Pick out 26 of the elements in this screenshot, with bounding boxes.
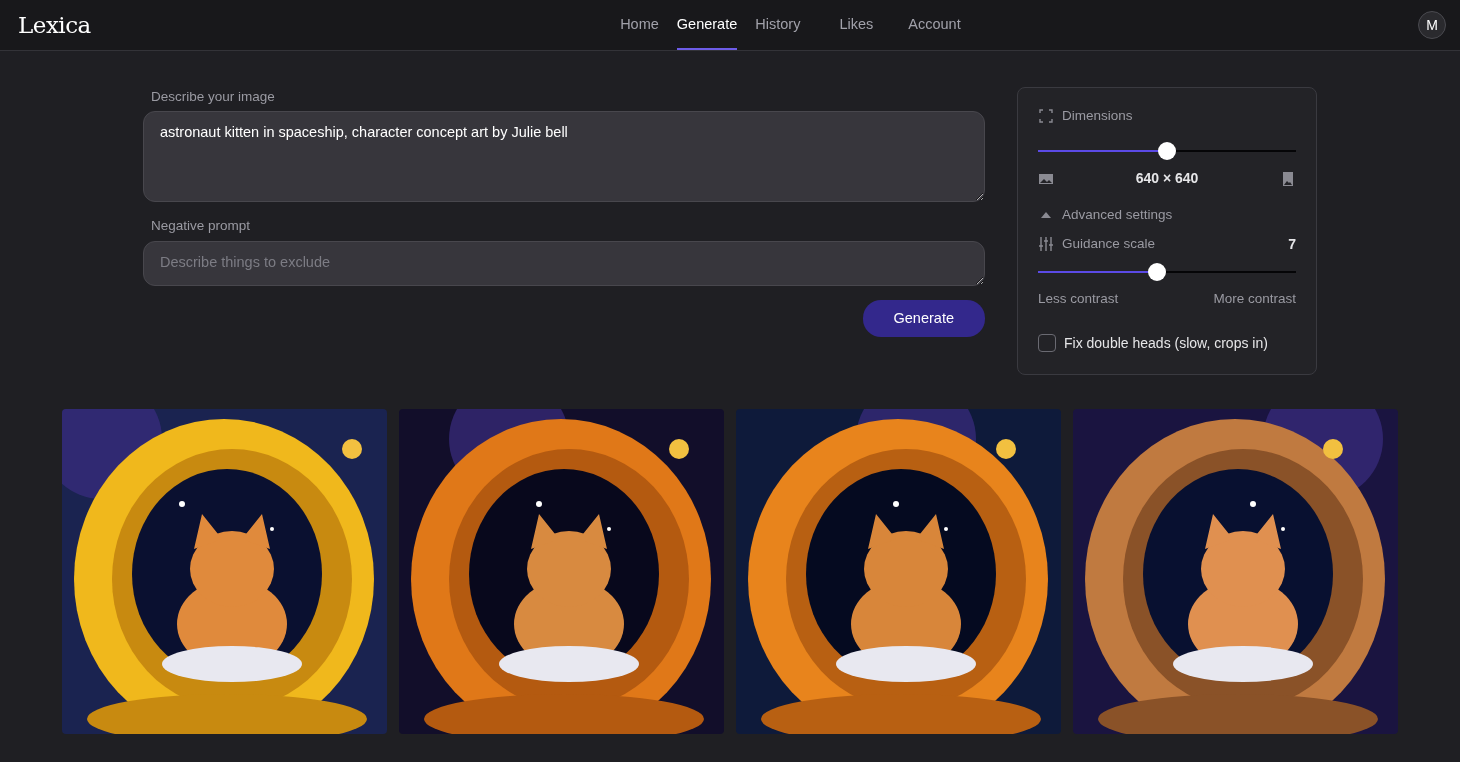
checkbox[interactable] (1038, 334, 1056, 353)
advanced-settings-toggle[interactable]: Advanced settings (1062, 205, 1173, 226)
scale-min-label: Less contrast (1038, 289, 1119, 308)
negative-prompt-field[interactable]: Describe things to exclude (143, 240, 985, 286)
slider-thumb[interactable] (1158, 142, 1176, 161)
setting-label: Dimensions (1062, 107, 1133, 125)
sliders-icon (1038, 236, 1054, 252)
nav-tab[interactable]: Likes (839, 0, 874, 51)
field-label: Describe your image (151, 88, 275, 106)
setting-label: Guidance scale (1062, 234, 1157, 253)
avatar[interactable]: M (1418, 11, 1446, 39)
portrait-image-icon (1280, 170, 1296, 187)
prompt-field[interactable]: astronaut kitten in spaceship, character concept art by Julie bell (143, 111, 985, 203)
scale-max-label: More contrast (1213, 289, 1296, 308)
nav-tab[interactable]: Home (620, 0, 659, 51)
logo[interactable]: Lexica (18, 7, 91, 43)
generate-button[interactable]: Generate (862, 299, 985, 338)
field-label: Negative prompt (151, 217, 251, 236)
checkbox-label: Fix double heads (slow, crops in) (1064, 333, 1268, 353)
nav-tab[interactable]: Account (908, 0, 961, 51)
guidance-value: 7 (1288, 234, 1296, 254)
dimensions-reading: 640 × 640 (1135, 169, 1199, 189)
expand-icon (1038, 108, 1054, 125)
slider-thumb[interactable] (1147, 262, 1166, 281)
nav-tab[interactable]: History (755, 0, 801, 51)
nav-tab[interactable]: Generate (676, 0, 738, 51)
